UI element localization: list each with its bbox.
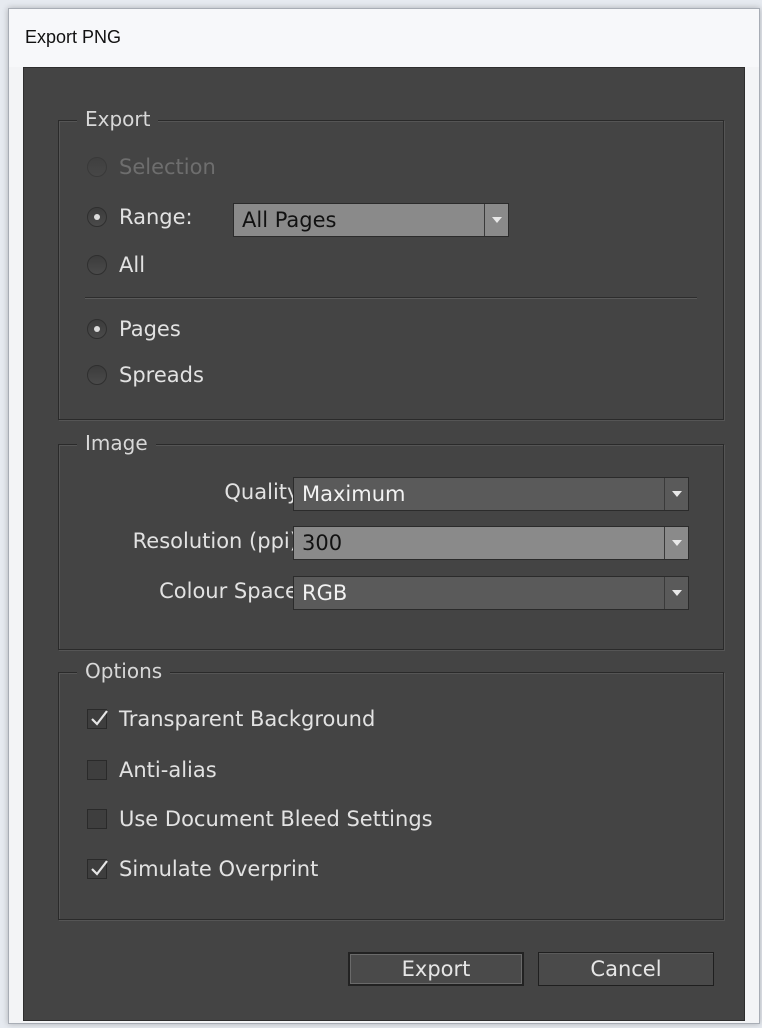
resolution-input[interactable]: 300 [293,526,689,560]
anti-alias-row[interactable]: Anti-alias [87,758,217,782]
options-group: Options Transparent Background Anti-alia… [58,659,724,920]
resolution-label: Resolution (ppi): [132,529,305,553]
range-radio-row[interactable]: Range: [87,205,193,229]
selection-radio [87,157,107,177]
all-label: All [119,253,146,277]
quality-dropdown[interactable]: Maximum [293,477,689,511]
export-group: Export Selection Range: All Pages All Pa… [58,107,724,420]
document-bleed-label: Use Document Bleed Settings [119,807,433,831]
pages-label: Pages [119,317,181,341]
document-bleed-checkbox[interactable] [87,809,107,829]
colour-space-dropdown-value: RGB [302,581,348,605]
resolution-value: 300 [302,531,343,555]
options-group-legend: Options [77,659,171,683]
range-label: Range: [119,205,193,229]
all-radio[interactable] [87,255,107,275]
spreads-label: Spreads [119,363,204,387]
selection-label: Selection [119,155,216,179]
colour-space-label: Colour Space: [159,579,305,603]
transparent-background-label: Transparent Background [119,707,376,731]
range-radio[interactable] [87,207,107,227]
all-radio-row[interactable]: All [87,253,145,277]
dialog-title: Export PNG [25,27,122,47]
chevron-down-icon[interactable] [664,478,688,510]
export-png-dialog: Export PNG Export Selection Range: All P… [8,8,760,1024]
spreads-radio[interactable] [87,365,107,385]
quality-dropdown-value: Maximum [302,482,406,506]
simulate-overprint-label: Simulate Overprint [119,857,319,881]
document-bleed-row[interactable]: Use Document Bleed Settings [87,807,433,831]
range-dropdown-value: All Pages [242,208,337,232]
image-group-legend: Image [77,431,156,455]
export-separator [85,297,697,299]
pages-radio-row[interactable]: Pages [87,317,181,341]
selection-radio-row: Selection [87,155,216,179]
chevron-down-icon[interactable] [484,204,508,236]
simulate-overprint-checkbox[interactable] [87,859,108,879]
anti-alias-label: Anti-alias [119,758,217,782]
title-bar[interactable]: Export PNG [9,9,759,67]
cancel-button[interactable]: Cancel [538,952,714,986]
chevron-down-icon[interactable] [664,527,688,559]
export-button[interactable]: Export [348,952,524,986]
dialog-body: Export Selection Range: All Pages All Pa… [23,67,745,1021]
anti-alias-checkbox[interactable] [87,760,107,780]
transparent-background-checkbox[interactable] [87,709,108,729]
range-dropdown[interactable]: All Pages [233,203,509,237]
pages-radio[interactable] [87,319,107,339]
spreads-radio-row[interactable]: Spreads [87,363,204,387]
export-group-legend: Export [77,107,159,131]
chevron-down-icon[interactable] [664,577,688,609]
colour-space-dropdown[interactable]: RGB [293,576,689,610]
image-group: Image Quality: Maximum Resolution (ppi):… [58,431,724,650]
simulate-overprint-row[interactable]: Simulate Overprint [87,857,318,881]
transparent-background-row[interactable]: Transparent Background [87,707,375,731]
